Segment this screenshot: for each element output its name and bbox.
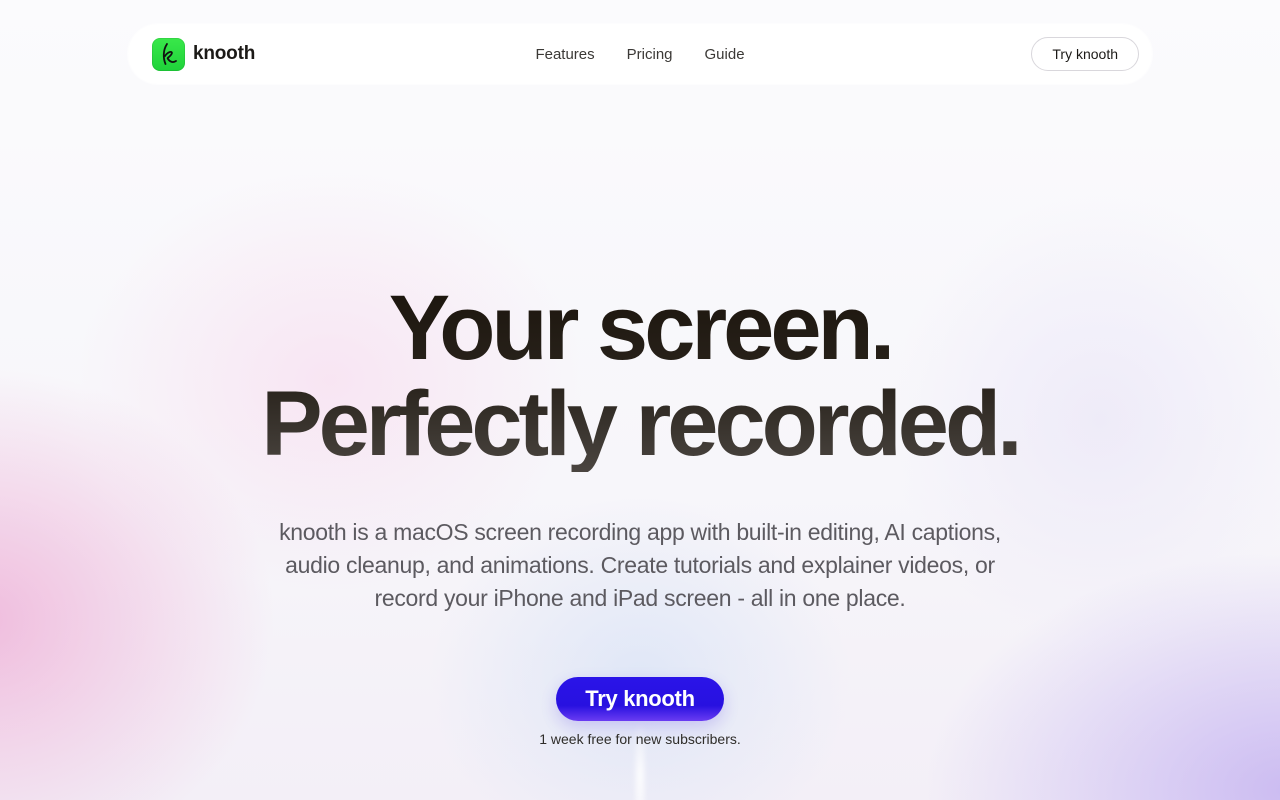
hero-headline: Your screen. Perfectly recorded.: [0, 280, 1280, 472]
trial-note: 1 week free for new subscribers.: [539, 731, 741, 747]
hero-try-button[interactable]: Try knooth: [556, 677, 724, 721]
brand-home-link[interactable]: knooth: [152, 37, 256, 71]
top-navigation-bar: knooth Features Pricing Guide Try knooth: [128, 24, 1152, 84]
k-script-logo-icon: [152, 37, 185, 71]
nav-links: Features Pricing Guide: [535, 46, 744, 63]
nav-link-guide[interactable]: Guide: [705, 46, 745, 63]
nav-link-pricing[interactable]: Pricing: [627, 46, 673, 63]
hero-subtitle: knooth is a macOS screen recording app w…: [279, 519, 1001, 611]
brand-name: knooth: [193, 43, 256, 64]
nav-try-button[interactable]: Try knooth: [1031, 37, 1139, 71]
nav-link-features[interactable]: Features: [535, 46, 594, 63]
headline-line-1: Your screen.: [388, 277, 892, 379]
headline-line-2: Perfectly recorded.: [261, 373, 1019, 475]
hero-section: Your screen. Perfectly recorded. knooth …: [0, 280, 1280, 747]
